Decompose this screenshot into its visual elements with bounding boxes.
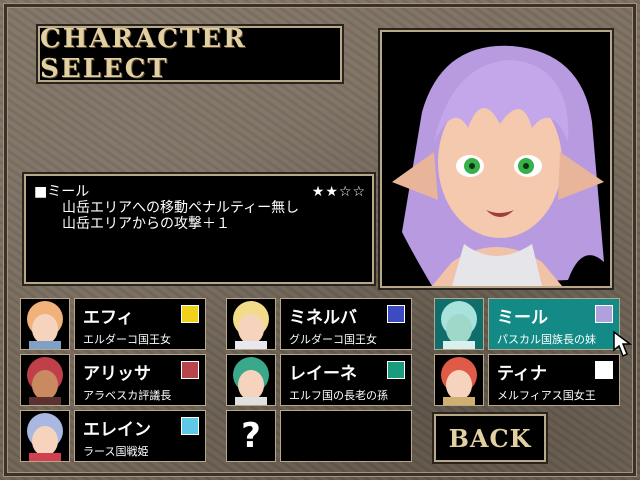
character-face <box>226 354 276 406</box>
character-card-alyssa[interactable]: アリッサ アラベスカ評議長 <box>20 354 206 406</box>
character-face <box>20 354 70 406</box>
back-button[interactable]: BACK <box>434 414 546 462</box>
character-title: エルダーコ国王女 <box>83 333 171 346</box>
character-title: ラース国戦姫 <box>83 445 149 458</box>
character-info: ミール パスカル国族長の妹 <box>488 298 620 350</box>
question-mark-icon: ? <box>241 416 261 456</box>
character-face <box>434 298 484 350</box>
color-swatch <box>387 361 405 379</box>
character-name: レイーネ <box>289 364 357 384</box>
character-title: エルフ国の長老の孫 <box>289 389 388 402</box>
portrait-image <box>382 32 610 286</box>
face-icon <box>27 357 63 405</box>
color-swatch <box>595 361 613 379</box>
pointer-arrow-icon <box>613 330 633 358</box>
face-icon <box>441 357 477 405</box>
difficulty-stars: ★★☆☆ <box>311 184 366 200</box>
page-title: CHARACTER SELECT <box>40 24 247 84</box>
color-swatch <box>595 305 613 323</box>
character-card-mir[interactable]: ミール パスカル国族長の妹 <box>434 298 620 350</box>
title-panel: CHARACTER SELECT <box>38 24 342 84</box>
character-info: アリッサ アラベスカ評議長 <box>74 354 206 406</box>
color-swatch <box>181 305 199 323</box>
character-name: ティナ <box>497 364 547 384</box>
face-icon <box>441 301 477 349</box>
character-portrait <box>380 30 612 288</box>
ability-line-2: 山岳エリアからの攻撃＋１ <box>62 216 230 232</box>
character-face <box>20 410 70 462</box>
face-icon <box>233 301 269 349</box>
character-info: レイーネ エルフ国の長老の孫 <box>280 354 412 406</box>
character-name: エレイン <box>83 420 151 440</box>
face-icon <box>27 301 63 349</box>
character-title: アラベスカ評議長 <box>83 389 172 402</box>
locked-character-info <box>280 410 412 462</box>
character-card-elaine[interactable]: エレイン ラース国戦姫 <box>20 410 206 462</box>
face-icon <box>233 357 269 405</box>
color-swatch <box>181 361 199 379</box>
character-face <box>20 298 70 350</box>
character-info: ティナ メルフィアス国女王 <box>488 354 620 406</box>
ability-line-1: 山岳エリアへの移動ペナルティー無し <box>62 200 300 216</box>
character-title: メルフィアス国女王 <box>497 389 596 402</box>
character-name: アリッサ <box>83 364 151 384</box>
color-swatch <box>387 305 405 323</box>
character-card-effi[interactable]: エフィ エルダーコ国王女 <box>20 298 206 350</box>
character-info: エフィ エルダーコ国王女 <box>74 298 206 350</box>
character-name: エフィ <box>83 308 134 328</box>
description-panel: ■ミール ★★☆☆ 山岳エリアへの移動ペナルティー無し 山岳エリアからの攻撃＋１ <box>24 174 374 284</box>
color-swatch <box>181 417 199 435</box>
character-info: エレイン ラース国戦姫 <box>74 410 206 462</box>
character-title: パスカル国族長の妹 <box>497 333 596 346</box>
character-info: ミネルバ グルダーコ国王女 <box>280 298 412 350</box>
character-name: ミール <box>497 308 548 328</box>
face-icon <box>27 413 63 461</box>
character-card-reine[interactable]: レイーネ エルフ国の長老の孫 <box>226 354 412 406</box>
character-card-tina[interactable]: ティナ メルフィアス国女王 <box>434 354 620 406</box>
description-character-name: ■ミール <box>34 184 90 200</box>
character-card-minerva[interactable]: ミネルバ グルダーコ国王女 <box>226 298 412 350</box>
locked-character-slot[interactable]: ? <box>226 410 276 462</box>
character-name: ミネルバ <box>289 308 357 328</box>
character-face <box>226 298 276 350</box>
character-title: グルダーコ国王女 <box>289 333 377 346</box>
character-face <box>434 354 484 406</box>
